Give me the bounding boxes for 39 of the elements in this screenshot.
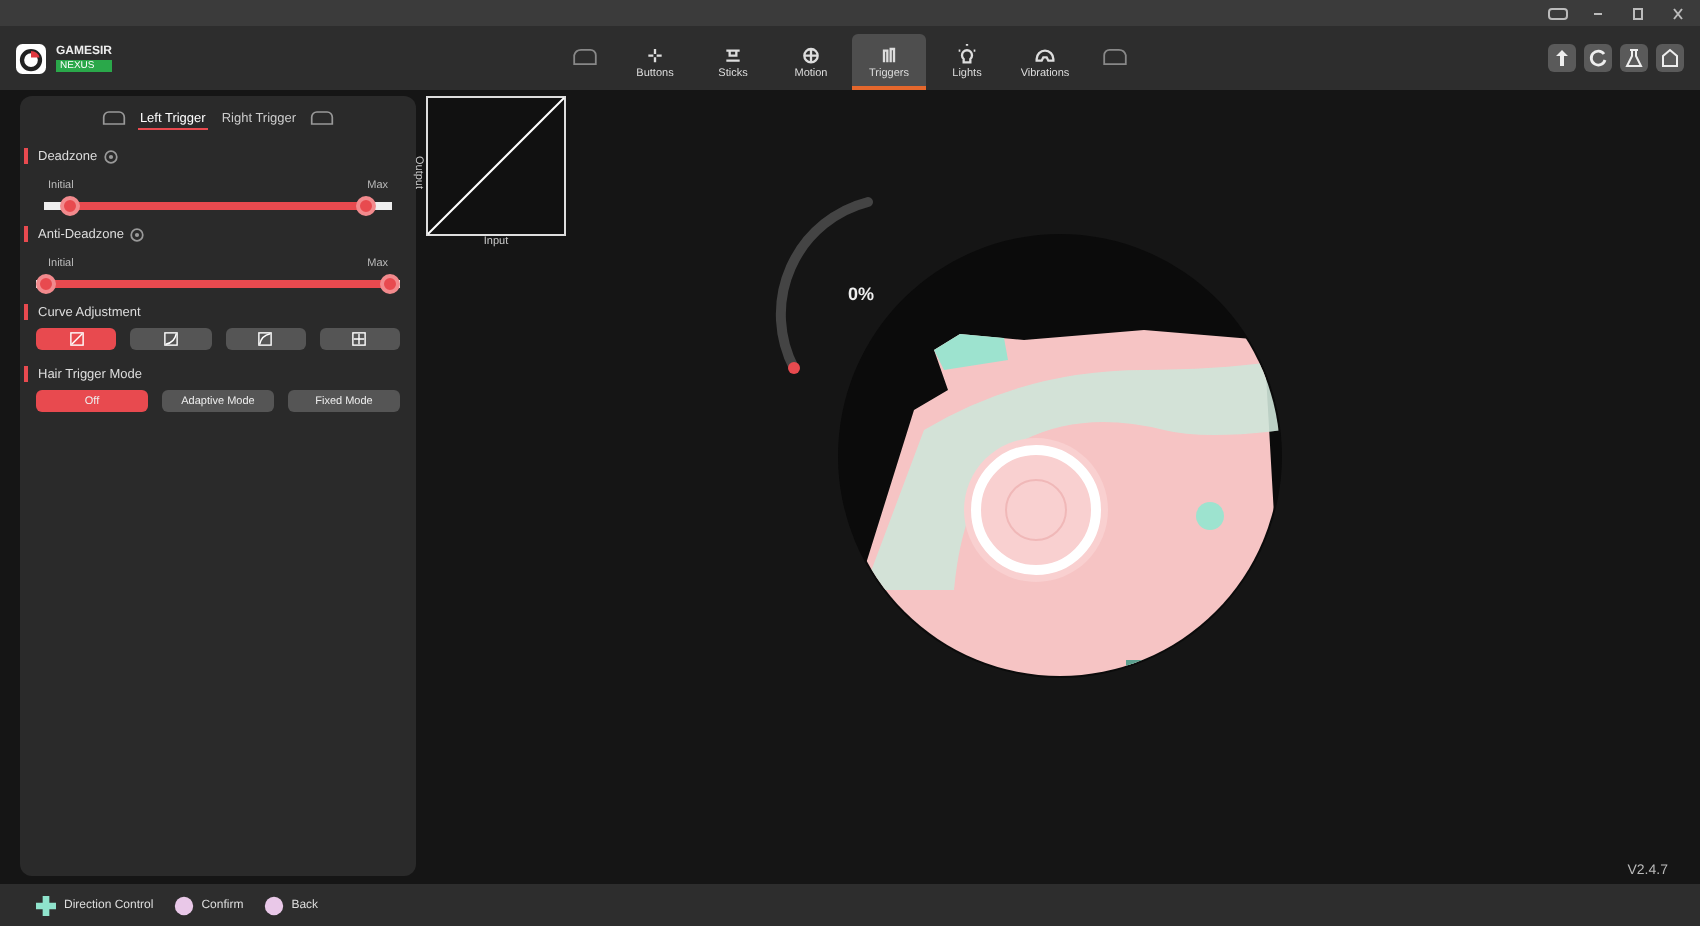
trigger-icon: [310, 110, 335, 126]
slider-thumb[interactable]: [355, 196, 376, 216]
curve-icon: [352, 332, 367, 346]
plus-icon: [36, 895, 56, 915]
slider-thumb[interactable]: [60, 196, 81, 216]
tab-icon: [644, 44, 666, 64]
upload-icon[interactable]: [1548, 44, 1576, 72]
tab-icon: [800, 44, 822, 64]
curve-option-button[interactable]: [36, 328, 117, 350]
curve-icon: [163, 332, 178, 346]
refresh-icon[interactable]: [1584, 44, 1612, 72]
tab-icon: [722, 44, 744, 64]
tab-icon: [878, 44, 900, 64]
curve-option-button[interactable]: [319, 328, 400, 350]
maximize-icon[interactable]: [1628, 7, 1648, 19]
tab-icon: [1034, 44, 1056, 64]
info-icon[interactable]: [130, 227, 144, 241]
gamepad-icon[interactable]: [1548, 7, 1568, 19]
curve-option-button[interactable]: [130, 328, 211, 350]
circle-icon: [173, 895, 194, 915]
trigger-icon: [101, 110, 126, 126]
bumper-icon[interactable]: [1102, 48, 1128, 66]
response-curve-drawing: [426, 96, 566, 236]
slider-thumb[interactable]: [380, 274, 400, 294]
minimize-icon[interactable]: [1588, 7, 1608, 19]
circle-icon: [263, 895, 284, 915]
flask-icon[interactable]: [1620, 44, 1648, 72]
close-icon[interactable]: [1668, 7, 1688, 19]
slider-thumb[interactable]: [36, 274, 56, 294]
info-icon[interactable]: [103, 149, 118, 163]
home-icon[interactable]: [1656, 44, 1684, 72]
tab-icon: [956, 44, 978, 64]
range-slider-track[interactable]: [36, 274, 400, 294]
bumper-icon[interactable]: [572, 48, 598, 66]
curve-icon: [258, 332, 273, 346]
curve-icon: [69, 332, 84, 346]
curve-option-button[interactable]: [225, 328, 306, 350]
gauge-reading: 0%: [848, 284, 875, 304]
logo-icon: [16, 43, 46, 73]
